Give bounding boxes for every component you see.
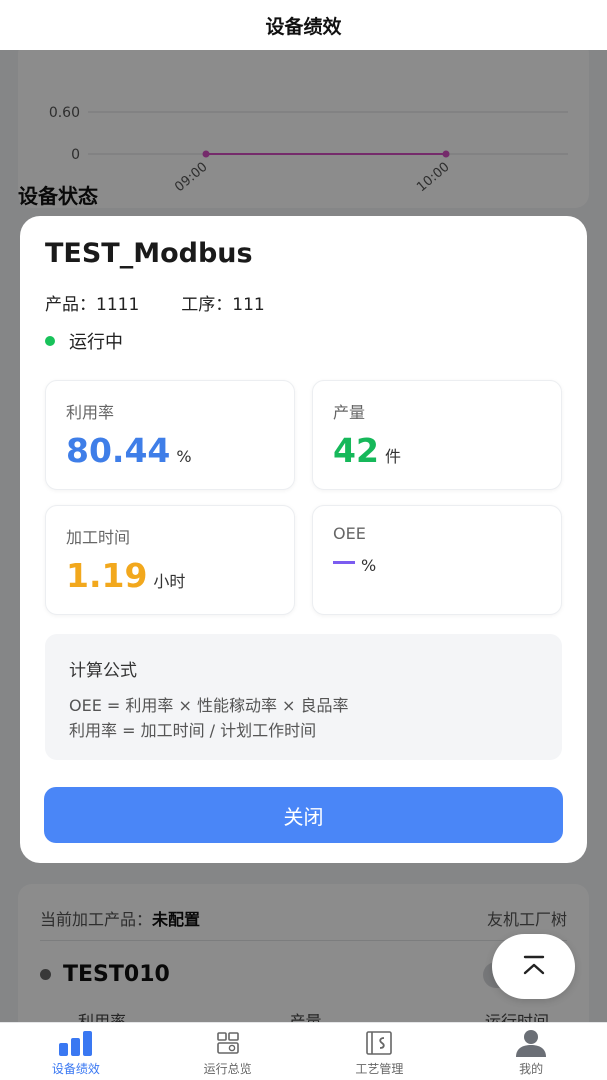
nav-label: 工艺管理 (355, 1062, 404, 1076)
nav-label: 运行总览 (203, 1062, 252, 1076)
top-header: 设备绩效 (0, 0, 607, 50)
stat-unit: 小时 (153, 572, 186, 591)
nav-item-performance[interactable]: 设备绩效 (0, 1023, 152, 1080)
scroll-top-icon (523, 955, 544, 974)
stat-unit: 件 (384, 447, 401, 466)
stat-oee: OEE % (312, 505, 562, 615)
scroll-to-top-button[interactable] (492, 934, 575, 999)
nav-item-mine[interactable]: 我的 (455, 1023, 607, 1080)
overview-icon (216, 1032, 239, 1054)
stat-label: OEE (333, 524, 366, 543)
device-detail-modal: TEST_Modbus 产品：1111 工序：111 运行中 利用率 80.44… (20, 216, 587, 863)
stat-label: 产量 (333, 403, 366, 422)
process-label: 工序： (181, 295, 233, 315)
stat-value: 1.19 (66, 556, 148, 595)
close-button[interactable]: 关闭 (44, 787, 563, 843)
stat-utilization: 利用率 80.44 % (45, 380, 295, 490)
bottom-nav: 设备绩效 运行总览 工艺管理 我的 (0, 1022, 607, 1080)
meta-row: 产品：1111 工序：111 (45, 290, 265, 315)
empty-value-dash (333, 561, 355, 564)
user-icon (516, 1030, 547, 1057)
status-row: 运行中 (45, 328, 123, 354)
stat-machining-time: 加工时间 1.19 小时 (45, 505, 295, 615)
status-text: 运行中 (69, 332, 123, 353)
formula-oee: OEE = 利用率 × 性能稼动率 × 良品率 (69, 696, 349, 715)
nav-item-overview[interactable]: 运行总览 (152, 1023, 304, 1080)
stat-label: 加工时间 (66, 528, 131, 547)
nav-label: 我的 (519, 1062, 544, 1076)
stat-output: 产量 42 件 (312, 380, 562, 490)
process-value: 111 (232, 295, 265, 315)
formula-title: 计算公式 (69, 661, 137, 681)
stat-value: 42 (333, 431, 379, 470)
stat-label: 利用率 (66, 403, 115, 422)
bar-chart-icon (58, 1031, 92, 1056)
nav-label: 设备绩效 (51, 1062, 100, 1076)
nav-item-process[interactable]: 工艺管理 (304, 1023, 456, 1080)
formula-panel: 计算公式 OEE = 利用率 × 性能稼动率 × 良品率 利用率 = 加工时间 … (45, 634, 562, 760)
stat-unit: % (361, 556, 377, 575)
process-icon (366, 1031, 393, 1055)
formula-utilization: 利用率 = 加工时间 / 计划工作时间 (69, 721, 317, 740)
modal-title: TEST_Modbus (45, 238, 253, 269)
stat-value: 80.44 (66, 431, 171, 470)
page-title: 设备绩效 (265, 15, 342, 38)
product-value: 1111 (96, 295, 140, 315)
status-dot (45, 336, 55, 346)
product-label: 产品： (45, 295, 96, 315)
stat-unit: % (176, 447, 192, 466)
